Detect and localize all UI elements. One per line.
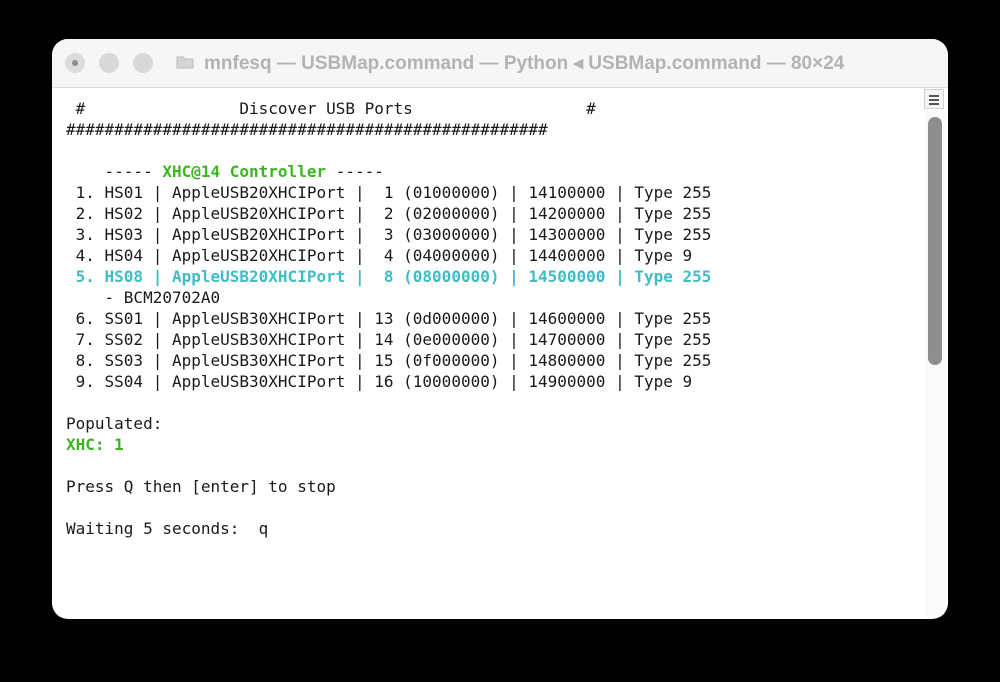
- populated-value: XHC: 1: [66, 435, 124, 454]
- port-row: 9. SS04 | AppleUSB30XHCIPort | 16 (10000…: [66, 372, 693, 391]
- window-title: mnfesq — USBMap.command — Python ◂ USBMa…: [204, 53, 845, 74]
- port-row: 2. HS02 | AppleUSB20XHCIPort | 2 (020000…: [66, 204, 712, 223]
- scrollbar-thumb[interactable]: [928, 117, 942, 365]
- port-row: 4. HS04 | AppleUSB20XHCIPort | 4 (040000…: [66, 246, 693, 265]
- populated-label: Populated:: [66, 414, 163, 433]
- hash-line: ########################################…: [66, 120, 548, 139]
- port-row: 6. SS01 | AppleUSB30XHCIPort | 13 (0d000…: [66, 309, 712, 328]
- header-line: # Discover USB Ports #: [66, 99, 596, 118]
- waiting-text[interactable]: Waiting 5 seconds: q: [66, 518, 926, 539]
- controller-suffix: -----: [326, 162, 384, 181]
- controller-name: XHC@14 Controller: [162, 162, 327, 181]
- port-row-highlighted: 5. HS08 | AppleUSB20XHCIPort | 8 (080000…: [66, 267, 712, 286]
- port-row: 8. SS03 | AppleUSB30XHCIPort | 15 (0f000…: [66, 351, 712, 370]
- controller-line: ----- XHC@14 Controller -----: [66, 161, 926, 182]
- folder-icon: [176, 56, 194, 69]
- port-row: 7. SS02 | AppleUSB30XHCIPort | 14 (0e000…: [66, 330, 712, 349]
- split-pane-icon[interactable]: [924, 89, 944, 109]
- stop-prompt: Press Q then [enter] to stop: [66, 477, 336, 496]
- port-device-name: - BCM20702A0: [66, 288, 221, 307]
- terminal-window: mnfesq — USBMap.command — Python ◂ USBMa…: [52, 39, 948, 619]
- port-row: 1. HS01 | AppleUSB20XHCIPort | 1 (010000…: [66, 183, 712, 202]
- close-button[interactable]: [65, 53, 85, 73]
- terminal-output[interactable]: # Discover USB Ports # #################…: [66, 98, 926, 608]
- zoom-button[interactable]: [133, 53, 153, 73]
- minimize-button[interactable]: [99, 53, 119, 73]
- controller-prefix: -----: [66, 162, 163, 181]
- title-bar[interactable]: mnfesq — USBMap.command — Python ◂ USBMa…: [52, 39, 948, 88]
- port-row: 3. HS03 | AppleUSB20XHCIPort | 3 (030000…: [66, 225, 712, 244]
